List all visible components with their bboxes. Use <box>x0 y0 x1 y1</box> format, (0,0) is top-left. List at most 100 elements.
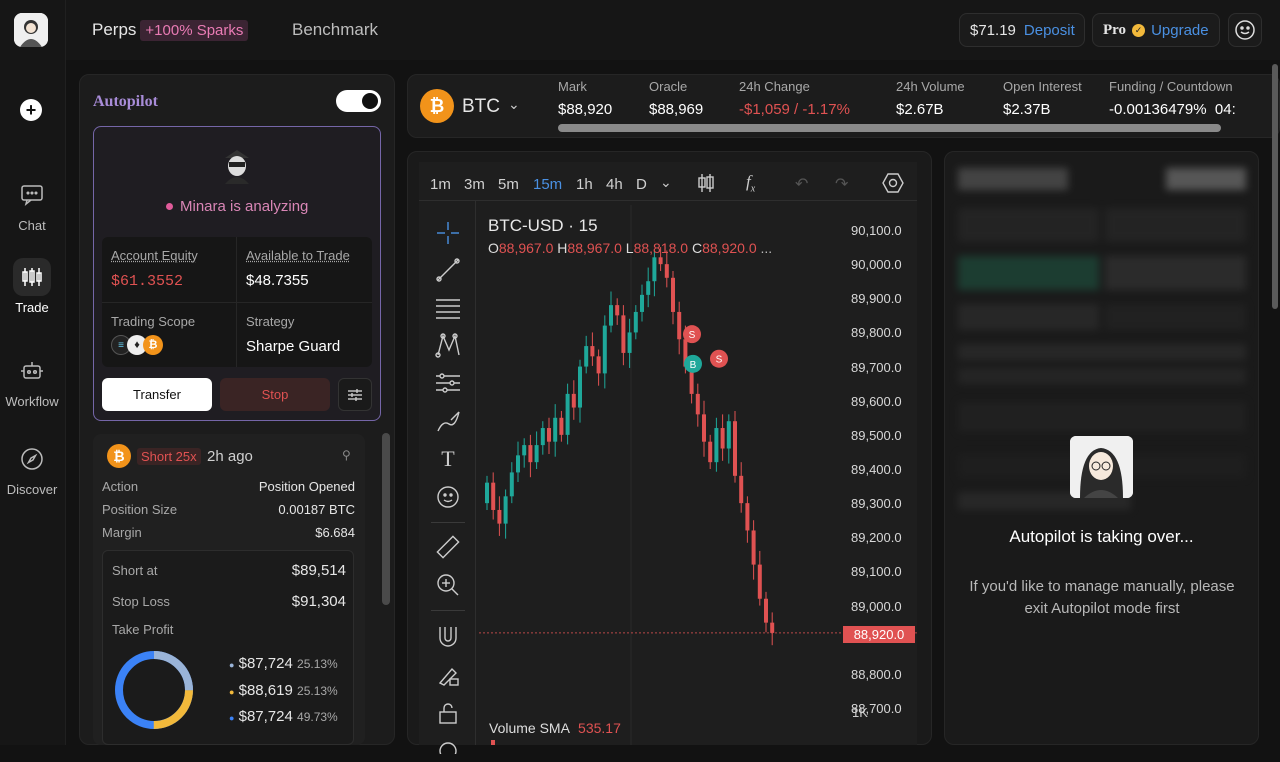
change-label: 24h Change <box>739 79 810 94</box>
candle <box>522 438 526 467</box>
stop-loss-value: $91,304 <box>292 593 346 610</box>
emoji-tool-icon[interactable] <box>427 482 469 512</box>
nav-trade-label: Trade <box>15 300 48 315</box>
brush-tool-icon[interactable] <box>427 406 469 436</box>
eye-tool-icon[interactable] <box>427 732 469 762</box>
stats-scrollbar[interactable] <box>558 124 1221 132</box>
prediction-tool-icon[interactable] <box>427 368 469 398</box>
price-tick: 88,800.0 <box>851 667 902 682</box>
candle <box>733 411 737 483</box>
balance-value: $71.19 <box>970 22 1016 39</box>
app-logo[interactable] <box>14 13 48 47</box>
unlock-icon[interactable] <box>427 698 469 728</box>
trade-marker[interactable]: S <box>683 325 701 343</box>
candle <box>485 476 489 510</box>
trendline-tool-icon[interactable] <box>427 255 469 285</box>
settings-icon[interactable] <box>882 172 904 199</box>
svg-text:B: B <box>690 360 697 371</box>
nav-discover[interactable]: Discover <box>0 440 64 497</box>
nav-chat[interactable]: Chat <box>0 176 64 233</box>
candle <box>727 414 731 463</box>
pattern-tool-icon[interactable] <box>427 330 469 360</box>
timeframe-15m[interactable]: 15m <box>533 176 562 193</box>
upgrade-button[interactable]: Upgrade <box>1151 22 1209 39</box>
action-label: Action <box>102 479 138 494</box>
tp-price: $87,724 <box>239 655 293 672</box>
open-interest-value: $2.37B <box>1003 101 1051 118</box>
timeframe-1m[interactable]: 1m <box>430 176 451 193</box>
candle <box>510 462 514 503</box>
oracle-value: $88,969 <box>649 101 703 118</box>
timeframe-1h[interactable]: 1h <box>576 176 593 193</box>
new-chat-button[interactable]: + <box>20 99 42 121</box>
ohlc-high: 88,967.0 <box>567 240 622 256</box>
page-scrollbar[interactable] <box>1272 64 1278 309</box>
autopilot-avatar <box>1070 436 1133 498</box>
candle <box>745 496 749 542</box>
price-tick: 89,100.0 <box>851 564 902 579</box>
redo-icon[interactable]: ↷ <box>835 174 848 194</box>
chat-icon <box>13 176 51 214</box>
bulb-icon[interactable]: ⚲ <box>342 448 351 462</box>
symbol-selector[interactable]: BTC <box>462 96 500 118</box>
candle <box>721 414 725 460</box>
settings-sliders-button[interactable] <box>338 378 372 411</box>
available-label: Available to Trade <box>246 248 350 263</box>
candle <box>739 462 743 513</box>
position-scrollbar[interactable] <box>382 433 390 605</box>
autopilot-title: Autopilot <box>93 93 158 111</box>
size-label: Position Size <box>102 502 177 517</box>
candle <box>547 418 551 454</box>
nav-trade[interactable]: Trade <box>0 258 64 315</box>
candle <box>677 302 681 355</box>
deposit-button[interactable]: Deposit <box>1024 22 1075 39</box>
undo-icon[interactable]: ↶ <box>795 174 808 194</box>
candle <box>504 489 508 538</box>
timeframe-4h[interactable]: 4h <box>606 176 623 193</box>
text-tool-icon[interactable]: T <box>427 444 469 474</box>
compass-icon <box>13 440 51 478</box>
strategy-label: Strategy <box>246 314 294 329</box>
btc-logo-icon: ₿ <box>420 89 454 123</box>
ruler-tool-icon[interactable] <box>427 532 469 562</box>
profile-button[interactable] <box>1228 13 1262 47</box>
stop-button[interactable]: Stop <box>220 378 330 411</box>
tp-pct: 49.73% <box>297 710 338 724</box>
timeframe-d[interactable]: D <box>636 176 647 193</box>
autopilot-toggle[interactable] <box>336 90 381 112</box>
trade-marker[interactable]: B <box>684 355 702 373</box>
minara-avatar <box>221 148 253 189</box>
candle <box>708 435 712 469</box>
timeframe-chevron-icon[interactable]: ⌄ <box>660 174 672 191</box>
zoom-tool-icon[interactable] <box>427 570 469 600</box>
lock-drawing-icon[interactable] <box>427 660 469 690</box>
equity-value: $61.3552 <box>111 273 183 290</box>
autopilot-takeover-title: Autopilot is taking over... <box>944 527 1259 547</box>
price-tick: 88,700.0 <box>851 701 902 716</box>
chevron-down-icon[interactable]: ⌄ <box>508 96 520 113</box>
indicators-icon[interactable]: fx <box>746 172 755 194</box>
candle <box>640 285 644 322</box>
tab-benchmark[interactable]: Benchmark <box>292 20 378 40</box>
stop-loss-label: Stop Loss <box>112 594 170 609</box>
crosshair-tool-icon[interactable] <box>427 218 469 248</box>
strategy-value: Sharpe Guard <box>246 338 340 355</box>
tab-perps[interactable]: Perps +100% Sparks <box>92 20 248 41</box>
chart-type-icon[interactable] <box>697 173 715 198</box>
nav-workflow[interactable]: Workflow <box>0 352 64 409</box>
funding-label: Funding / Countdown <box>1109 79 1233 94</box>
fib-tool-icon[interactable] <box>427 293 469 323</box>
short-at-label: Short at <box>112 563 158 578</box>
position-time: 2h ago <box>207 448 253 465</box>
magnet-tool-icon[interactable] <box>427 622 469 652</box>
candle <box>528 435 532 477</box>
autopilot-takeover-message: If you'd like to manage manually, please… <box>962 576 1242 620</box>
timeframe-5m[interactable]: 5m <box>498 176 519 193</box>
trade-marker[interactable]: S <box>710 350 728 368</box>
candle <box>578 360 582 423</box>
analyzing-status: Minara is analyzing <box>166 198 308 215</box>
transfer-button[interactable]: Transfer <box>102 378 212 411</box>
price-tick: 89,900.0 <box>851 291 902 306</box>
candle <box>764 592 768 632</box>
timeframe-3m[interactable]: 3m <box>464 176 485 193</box>
